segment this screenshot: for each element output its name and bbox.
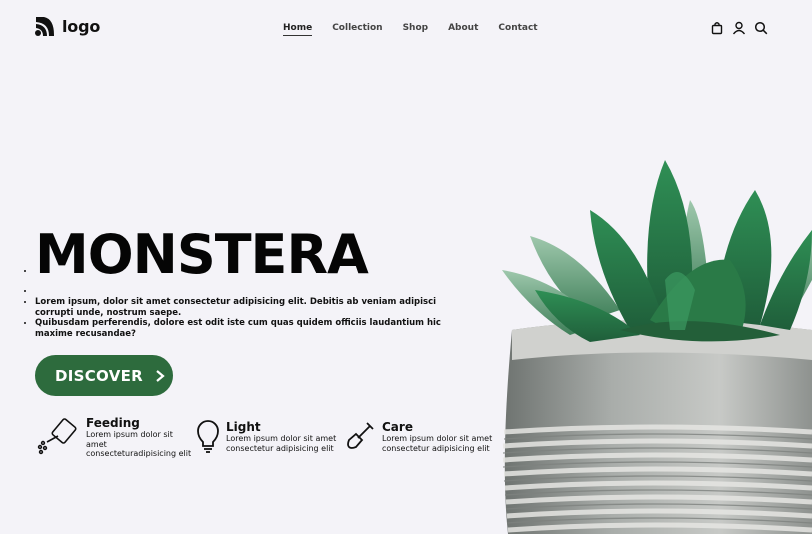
hero-title-item: MONSTERA bbox=[35, 224, 475, 286]
hero-paragraph: Lorem ipsum, dolor sit amet consectetur … bbox=[35, 297, 475, 318]
feature-text: Lorem ipsum dolor sit amet consectetur a… bbox=[226, 434, 337, 453]
shovel-icon bbox=[346, 420, 376, 450]
nav-shop[interactable]: Shop bbox=[403, 23, 429, 36]
nav-contact[interactable]: Contact bbox=[498, 23, 537, 36]
logo[interactable]: logo bbox=[34, 15, 100, 37]
light-bulb-icon bbox=[196, 420, 220, 454]
features-row: Feeding Lorem ipsum dolor sit amet conse… bbox=[36, 416, 506, 459]
hero-content: MONSTERA Lorem ipsum, dolor sit amet con… bbox=[25, 224, 475, 339]
feature-text: Lorem ipsum dolor sit amet consecteturad… bbox=[86, 430, 192, 458]
nav-home[interactable]: Home bbox=[283, 23, 313, 36]
header-icons bbox=[710, 20, 768, 35]
empty-list-item bbox=[35, 286, 475, 297]
discover-label: DISCOVER bbox=[55, 366, 143, 385]
main-nav: Home Collection Shop About Contact bbox=[283, 23, 538, 36]
feature-text: Lorem ipsum dolor sit amet consectetur a… bbox=[382, 434, 493, 453]
feature-care: Care Lorem ipsum dolor sit amet consecte… bbox=[346, 420, 506, 459]
feature-title: Light bbox=[226, 420, 261, 434]
user-icon[interactable] bbox=[732, 20, 746, 35]
feature-light: Light Lorem ipsum dolor sit amet consect… bbox=[196, 420, 346, 459]
chevron-right-icon bbox=[156, 369, 165, 382]
logo-text: logo bbox=[62, 16, 101, 36]
watering-can-icon bbox=[36, 416, 80, 456]
nav-collection[interactable]: Collection bbox=[332, 23, 382, 36]
feature-feeding: Feeding Lorem ipsum dolor sit amet conse… bbox=[36, 416, 196, 459]
hero-paragraph: Quibusdam perferendis, dolore est odit i… bbox=[35, 318, 475, 339]
succulent-plant-image bbox=[502, 160, 812, 534]
hero-title: MONSTERA bbox=[35, 223, 369, 286]
feature-title: Feeding bbox=[86, 416, 140, 430]
shopping-bag-icon[interactable] bbox=[710, 20, 724, 35]
logo-icon bbox=[35, 17, 54, 36]
discover-button[interactable]: DISCOVER bbox=[35, 355, 173, 396]
search-icon[interactable] bbox=[754, 20, 768, 35]
nav-about[interactable]: About bbox=[448, 23, 478, 36]
feature-title: Care bbox=[382, 420, 413, 434]
